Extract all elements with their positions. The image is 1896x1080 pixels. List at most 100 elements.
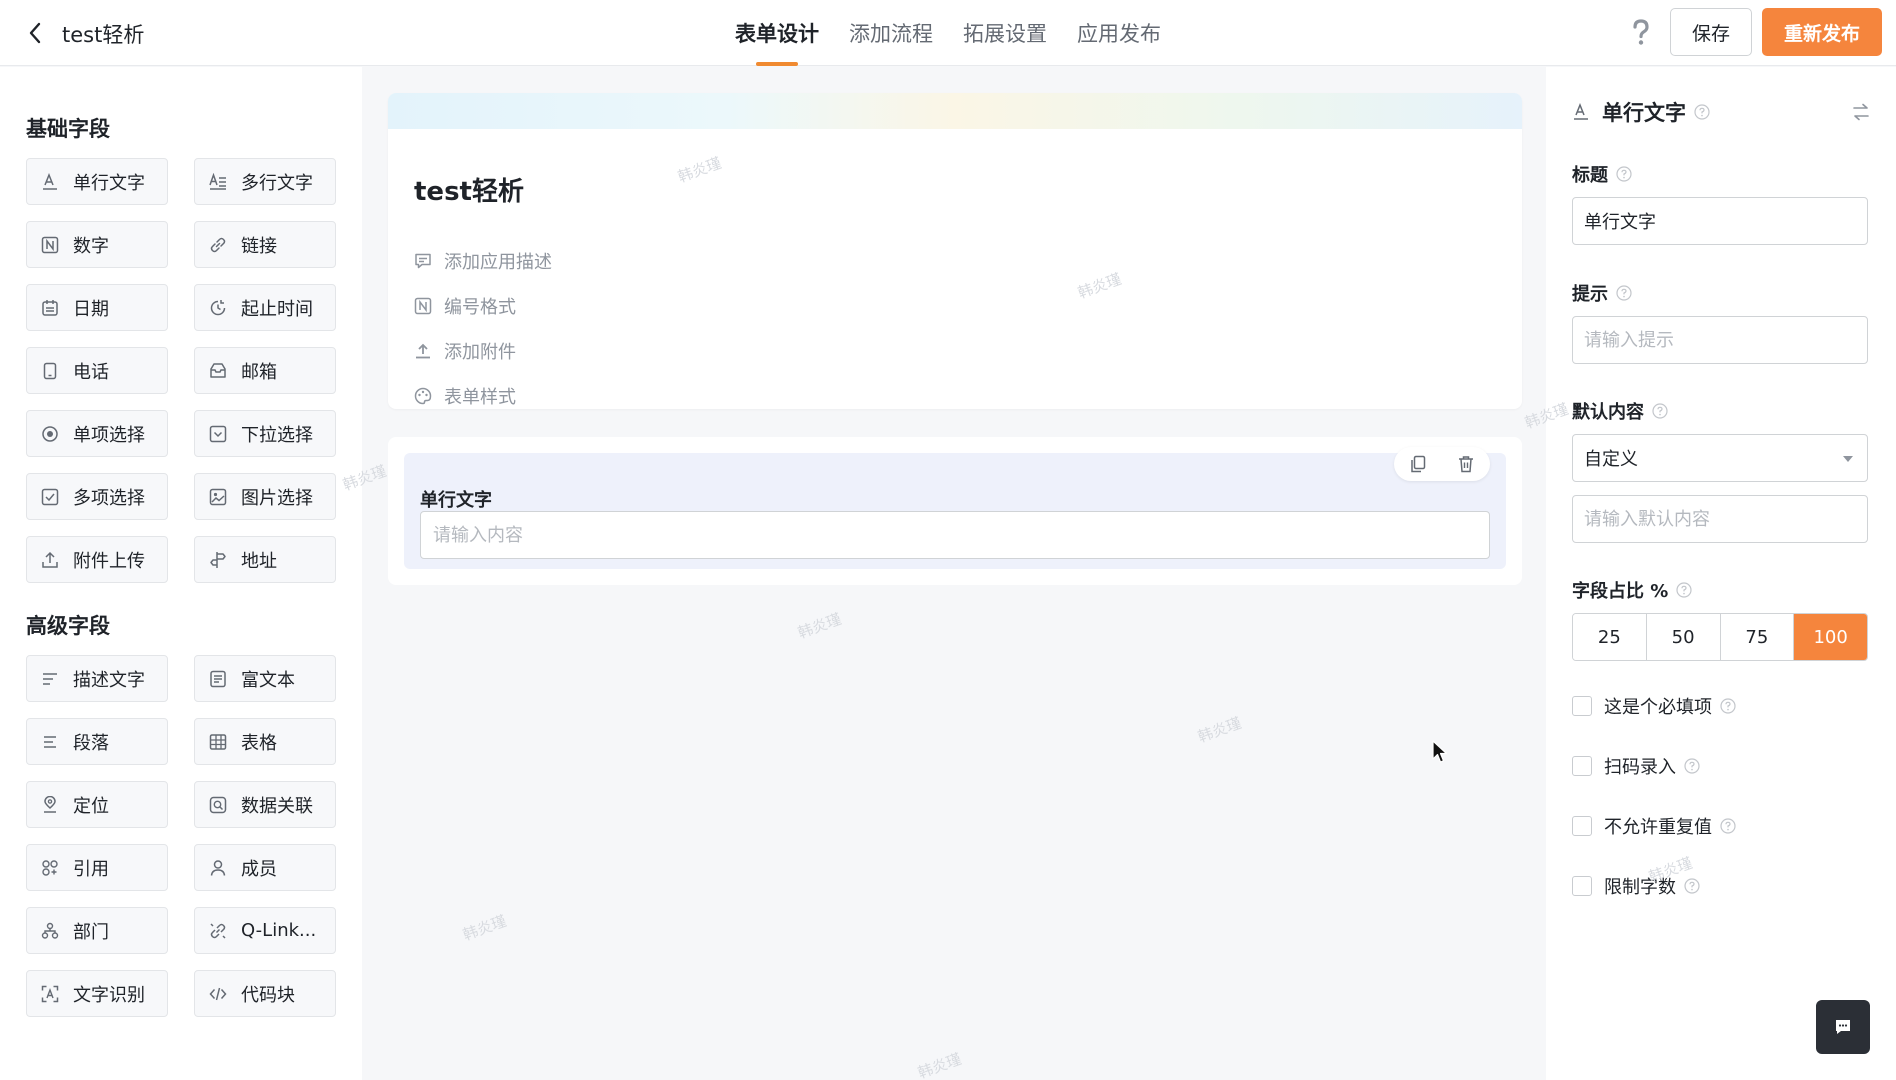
field-item-multi-text[interactable]: 多行文字	[194, 158, 336, 205]
swap-icon[interactable]	[1850, 101, 1872, 123]
field-item-address[interactable]: 地址	[194, 536, 336, 583]
field-item-qlink[interactable]: Q-Link...	[194, 907, 336, 954]
code-icon	[209, 985, 227, 1003]
field-item-number[interactable]: 数字	[26, 221, 168, 268]
required-checkbox-row[interactable]: 这是个必填项	[1572, 693, 1736, 719]
reference-icon	[41, 859, 59, 877]
width-option-75[interactable]: 75	[1720, 614, 1795, 660]
field-item-paragraph[interactable]: 段落	[26, 718, 168, 765]
location-icon	[41, 795, 59, 814]
default-type-value: 自定义	[1584, 449, 1638, 470]
default-setting: 默认内容	[1572, 398, 1668, 424]
form-field-input[interactable]	[420, 511, 1490, 559]
field-item-radio[interactable]: 单项选择	[26, 410, 168, 457]
save-button[interactable]: 保存	[1670, 8, 1752, 56]
title-input[interactable]	[1572, 197, 1868, 245]
phone-icon	[41, 362, 59, 380]
add-description-option[interactable]: 添加应用描述	[414, 248, 552, 274]
delete-icon[interactable]	[1455, 453, 1477, 475]
table-icon	[209, 733, 227, 751]
department-icon	[41, 922, 59, 940]
radio-icon	[41, 425, 59, 443]
tab-extend-settings[interactable]: 拓展设置	[948, 0, 1062, 66]
question-icon[interactable]	[1616, 166, 1632, 182]
scan-input-checkbox[interactable]	[1572, 756, 1592, 776]
required-checkbox[interactable]	[1572, 696, 1592, 716]
comment-icon	[414, 252, 432, 270]
form-field-label: 单行文字	[420, 490, 492, 511]
field-item-upload[interactable]: 附件上传	[26, 536, 168, 583]
field-item-table[interactable]: 表格	[194, 718, 336, 765]
default-setting-label: 默认内容	[1572, 402, 1644, 423]
question-icon[interactable]	[1720, 818, 1736, 834]
field-item-department[interactable]: 部门	[26, 907, 168, 954]
watermark: 韩炎瑾	[460, 911, 509, 945]
number-format-icon	[414, 297, 432, 315]
field-item-member[interactable]: 成员	[194, 844, 336, 891]
field-item-single-text[interactable]: 单行文字	[26, 158, 168, 205]
width-option-100[interactable]: 100	[1794, 614, 1867, 660]
question-icon[interactable]	[1676, 582, 1692, 598]
help-icon[interactable]	[1626, 17, 1656, 47]
title-setting: 标题	[1572, 161, 1632, 187]
default-content-input[interactable]	[1572, 495, 1868, 543]
field-item-description[interactable]: 描述文字	[26, 655, 168, 702]
tab-app-publish[interactable]: 应用发布	[1062, 0, 1176, 66]
no-duplicate-checkbox[interactable]	[1572, 816, 1592, 836]
field-item-time-range[interactable]: 起止时间	[194, 284, 336, 331]
number-format-option[interactable]: 编号格式	[414, 293, 516, 319]
field-item-rich-text[interactable]: 富文本	[194, 655, 336, 702]
panel-title: 单行文字	[1602, 101, 1686, 125]
upload-icon	[41, 551, 59, 569]
field-item-link[interactable]: 链接	[194, 221, 336, 268]
add-attachment-option[interactable]: 添加附件	[414, 338, 516, 364]
form-canvas: test轻析 添加应用描述 编号格式 添加附件 表单样式 单行文字 韩炎瑾	[340, 67, 1546, 1080]
field-item-image[interactable]: 图片选择	[194, 473, 336, 520]
basic-fields-title: 基础字段	[26, 117, 110, 141]
field-item-dropdown[interactable]: 下拉选择	[194, 410, 336, 457]
field-item-code[interactable]: 代码块	[194, 970, 336, 1017]
field-item-data-link[interactable]: 数据关联	[194, 781, 336, 828]
width-option-50[interactable]: 50	[1646, 614, 1721, 660]
question-icon[interactable]	[1684, 878, 1700, 894]
paragraph-icon	[41, 733, 59, 751]
question-icon[interactable]	[1684, 758, 1700, 774]
form-style-option[interactable]: 表单样式	[414, 383, 516, 409]
field-item-date[interactable]: 日期	[26, 284, 168, 331]
question-icon[interactable]	[1616, 285, 1632, 301]
default-type-select[interactable]: 自定义	[1572, 434, 1868, 482]
chat-button[interactable]	[1816, 1000, 1870, 1054]
address-icon	[209, 551, 227, 569]
watermark: 韩炎瑾	[915, 1049, 964, 1080]
field-item-reference[interactable]: 引用	[26, 844, 168, 891]
field-item-location[interactable]: 定位	[26, 781, 168, 828]
question-icon[interactable]	[1720, 698, 1736, 714]
field-item-mail[interactable]: 邮箱	[194, 347, 336, 394]
field-item-checkbox[interactable]: 多项选择	[26, 473, 168, 520]
republish-button[interactable]: 重新发布	[1762, 8, 1882, 56]
copy-icon[interactable]	[1407, 453, 1429, 475]
field-item-ocr[interactable]: 文字识别	[26, 970, 168, 1017]
selected-form-field[interactable]: 单行文字	[404, 447, 1506, 569]
no-duplicate-checkbox-row[interactable]: 不允许重复值	[1572, 813, 1736, 839]
mail-icon	[209, 362, 227, 380]
width-option-25[interactable]: 25	[1573, 614, 1647, 660]
field-item-phone[interactable]: 电话	[26, 347, 168, 394]
basic-fields-grid: 单行文字 多行文字 数字 链接 日期 起止时间 电话 邮箱 单项选择 下拉选择 …	[26, 158, 336, 583]
limit-length-checkbox-row[interactable]: 限制字数	[1572, 873, 1700, 899]
tab-form-design[interactable]: 表单设计	[720, 0, 834, 66]
scan-input-checkbox-row[interactable]: 扫码录入	[1572, 753, 1700, 779]
tab-add-flow[interactable]: 添加流程	[834, 0, 948, 66]
text-icon	[41, 172, 59, 191]
limit-length-checkbox[interactable]	[1572, 876, 1592, 896]
question-icon[interactable]	[1694, 104, 1710, 120]
field-actions	[1394, 447, 1490, 481]
back-button[interactable]	[22, 18, 48, 48]
number-icon	[41, 236, 59, 254]
hint-input[interactable]	[1572, 316, 1868, 364]
caret-down-icon	[1843, 456, 1853, 462]
member-icon	[209, 859, 227, 877]
hint-setting: 提示	[1572, 280, 1632, 306]
question-icon[interactable]	[1652, 403, 1668, 419]
form-name: test轻析	[414, 177, 524, 207]
